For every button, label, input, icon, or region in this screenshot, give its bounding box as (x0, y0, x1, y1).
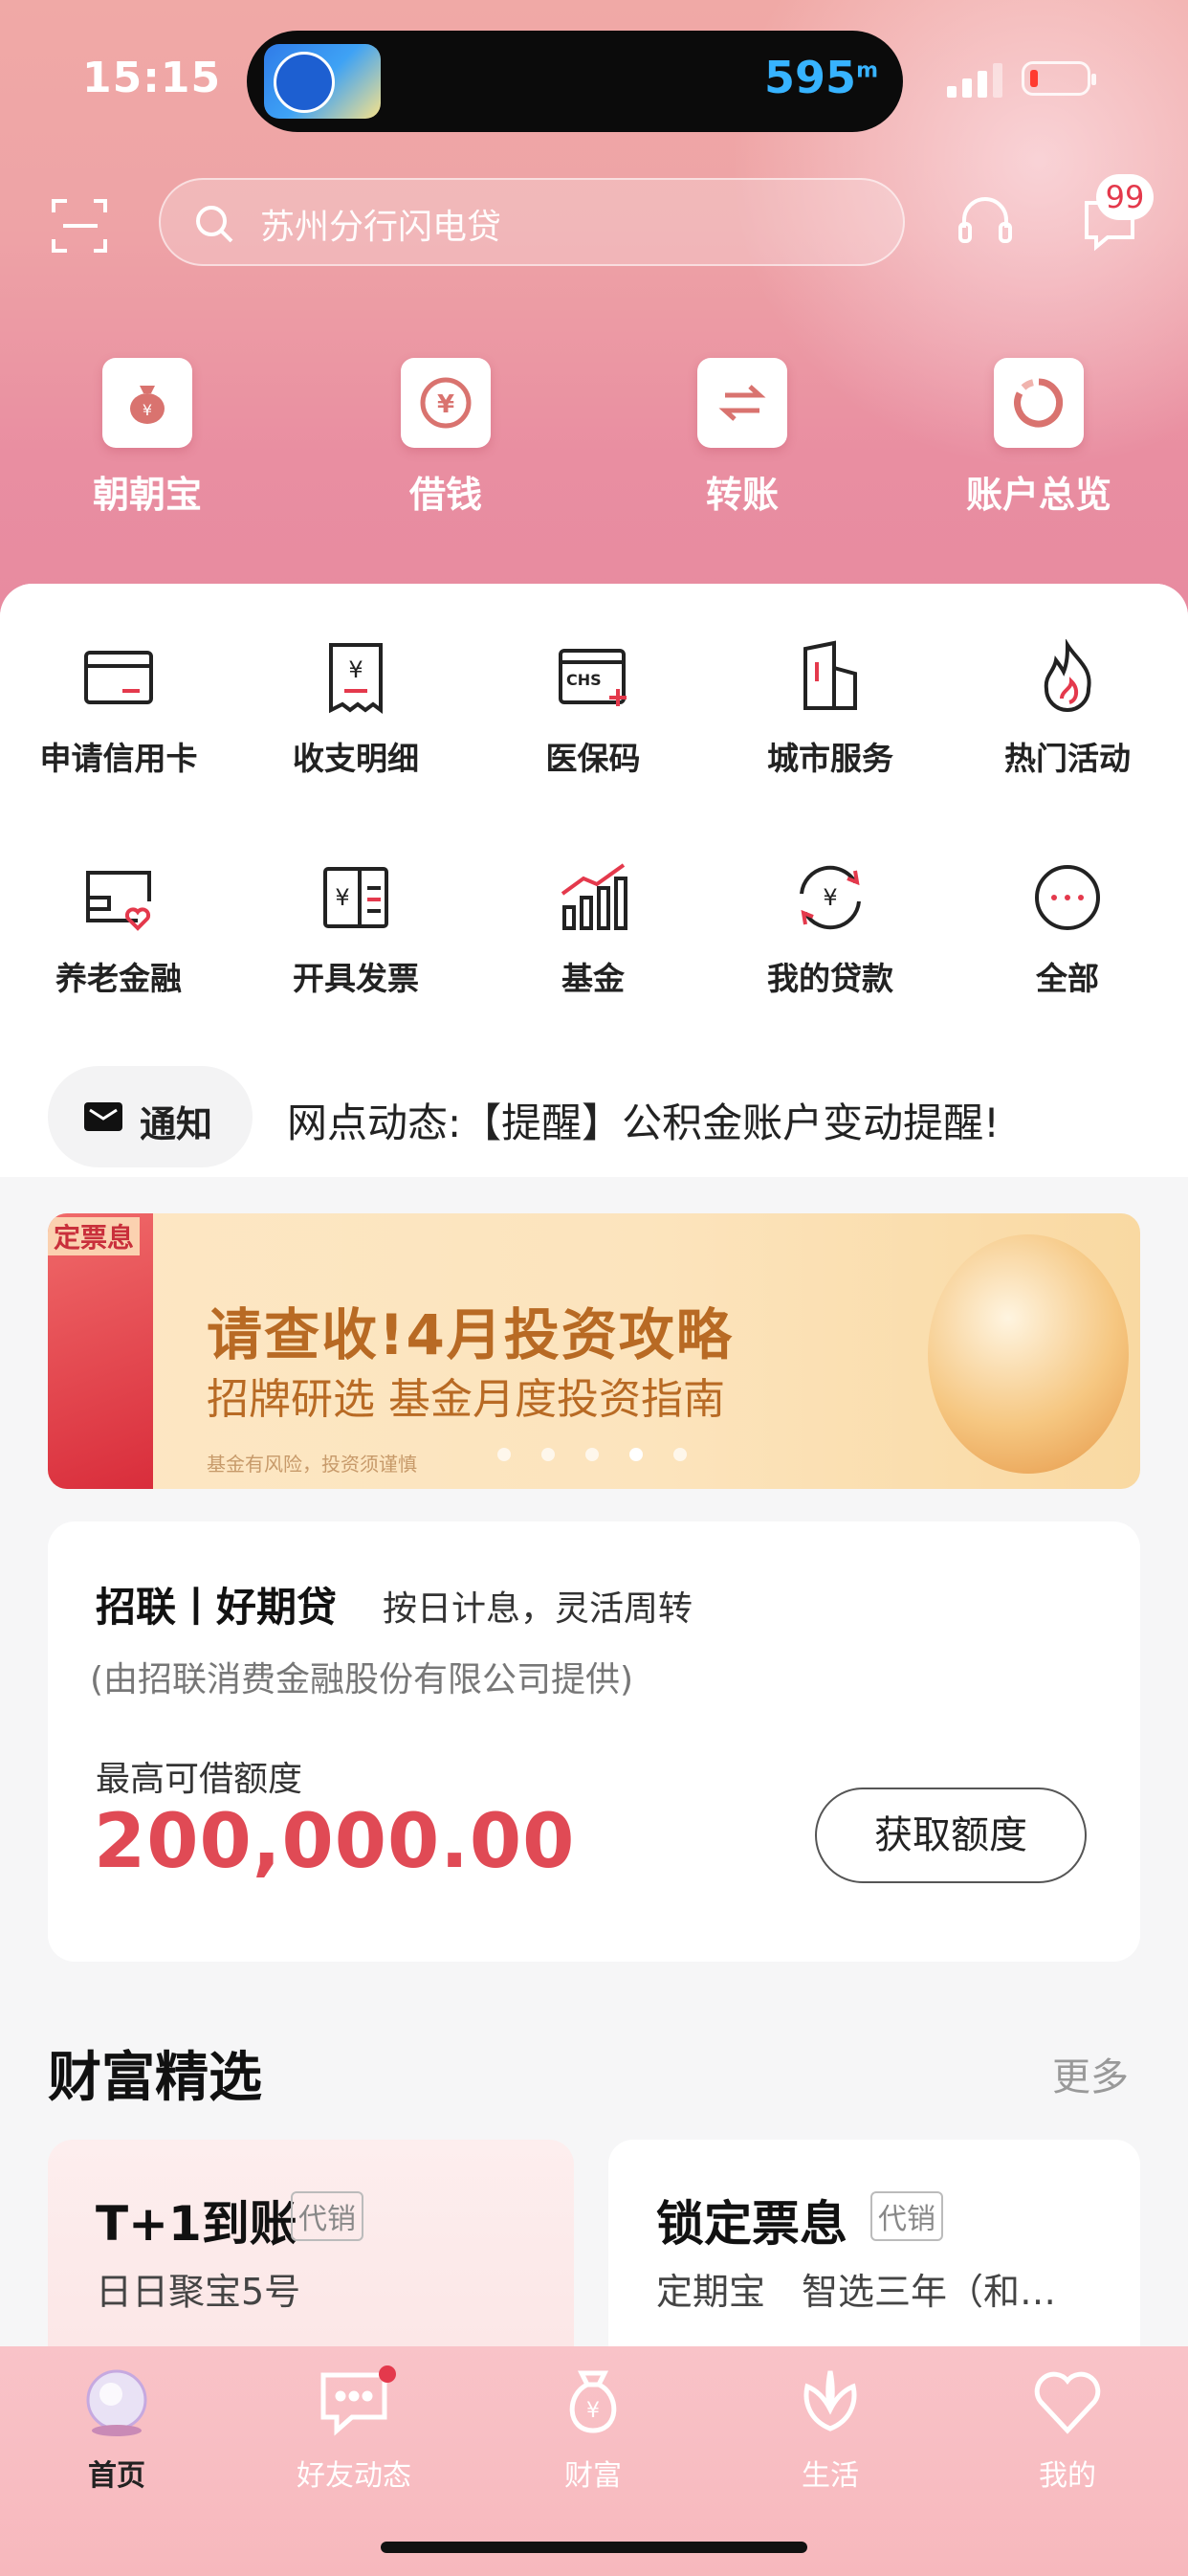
heart-icon (1034, 2371, 1101, 2434)
svg-text:¥: ¥ (335, 884, 349, 911)
pension-card-icon (86, 871, 151, 931)
credit-card-icon (84, 651, 153, 704)
transfer-arrows-icon (697, 358, 787, 448)
customer-service-icon[interactable] (955, 191, 1016, 253)
banner-pagination (497, 1447, 717, 1465)
yuan-coin-icon: ¥ (401, 358, 491, 448)
service-transaction-details[interactable]: ¥ 收支明细 (237, 639, 474, 779)
loan-slogan: 按日计息，灵活周转 (383, 1589, 693, 1629)
wealth-section-title: 财富精选 (48, 2047, 262, 2109)
product-name: T+1到账 (96, 2196, 297, 2252)
quick-action-label: 转账 (705, 474, 779, 516)
service-issue-invoice[interactable]: ¥ 开具发票 (237, 859, 474, 999)
service-apply-credit-card[interactable]: 申请信用卡 (0, 639, 237, 779)
notice-pill[interactable]: 通知 (48, 1066, 253, 1167)
live-activity-avatar-icon (264, 44, 381, 119)
home-indicator (381, 2542, 807, 2553)
ring-chart-icon (994, 358, 1084, 448)
quick-action-label: 朝朝宝 (92, 474, 202, 516)
banner-side-tag: 定票息 (48, 1217, 141, 1255)
tab-wealth[interactable]: ¥ 财富 (497, 2362, 689, 2494)
svg-text:¥: ¥ (437, 390, 454, 419)
message-badge: 99 (1096, 174, 1154, 220)
banner-subline: 招牌研选 基金月度投资指南 (207, 1375, 725, 1424)
svg-text:¥: ¥ (143, 401, 152, 419)
more-dots-icon (1035, 865, 1100, 930)
search-placeholder: 苏州分行闪电贷 (260, 208, 502, 247)
receipt-icon: ¥ (329, 643, 383, 714)
home-globe-icon (86, 2369, 147, 2436)
tab-mine[interactable]: 我的 (972, 2362, 1163, 2494)
search-input[interactable]: 苏州分行闪电贷 (159, 178, 905, 266)
svg-text:¥: ¥ (586, 2399, 600, 2423)
get-limit-button[interactable]: 获取额度 (815, 1788, 1087, 1883)
cellular-signal-icon (947, 63, 1004, 98)
banner-illustration (928, 1234, 1129, 1474)
service-my-loans[interactable]: ¥ 我的贷款 (712, 859, 949, 999)
status-bar: 15:15 595m (0, 0, 1188, 163)
service-hot-activities[interactable]: 热门活动 (949, 638, 1186, 779)
search-icon (196, 206, 233, 243)
money-bag-icon: ¥ (102, 358, 192, 448)
loan-limit-amount: 200,000.00 (94, 1799, 576, 1885)
wealth-more-link[interactable]: 更多 (1052, 2046, 1129, 2101)
loan-cycle-icon: ¥ (800, 865, 861, 930)
status-time: 15:15 (82, 54, 222, 102)
service-city-services[interactable]: 城市服务 (712, 639, 949, 779)
service-all[interactable]: 全部 (949, 859, 1186, 999)
envelope-icon (84, 1102, 122, 1131)
invoice-icon: ¥ (323, 867, 388, 928)
svg-text:CHS: CHS (566, 671, 602, 689)
notice-label: 通知 (140, 1103, 213, 1145)
scan-icon[interactable] (50, 195, 111, 256)
loan-brand: 招联丨好期贷 (96, 1584, 338, 1631)
product-tag: 代销 (291, 2191, 363, 2241)
product-subtitle: 定期宝 智选三年（和… (656, 2271, 1057, 2313)
medical-insurance-icon: CHS (559, 649, 627, 706)
lotus-icon (803, 2370, 857, 2432)
notice-marquee-text[interactable]: 网点动态:【提醒】公积金账户变动提醒! (287, 1091, 1000, 1149)
loan-provider: (由招联消费金融股份有限公司提供) (90, 1660, 634, 1699)
service-pension-finance[interactable]: 养老金融 (0, 859, 237, 999)
city-building-icon (803, 640, 857, 710)
service-fund[interactable]: 基金 (474, 859, 712, 999)
quick-action-account-overview[interactable]: 账户总览 (934, 358, 1144, 518)
svg-text:¥: ¥ (348, 656, 363, 683)
money-bag-icon: ¥ (569, 2370, 617, 2433)
friends-feed-unread-dot (379, 2365, 396, 2383)
tab-home[interactable]: 首页 (21, 2362, 212, 2494)
service-medical-insurance-code[interactable]: CHS 医保码 (474, 639, 712, 779)
flame-icon (1044, 638, 1091, 712)
loan-limit-label: 最高可借额度 (96, 1760, 303, 1799)
quick-action-transfer[interactable]: 转账 (637, 358, 847, 518)
product-tag: 代销 (870, 2191, 943, 2241)
bar-chart-icon (561, 863, 627, 930)
quick-action-label: 账户总览 (965, 474, 1111, 516)
quick-action-zhaozhaobao[interactable]: ¥ 朝朝宝 (42, 358, 253, 518)
dynamic-island[interactable]: 595m (247, 31, 903, 132)
product-name: 锁定票息 (656, 2196, 847, 2252)
promo-banner[interactable]: 定票息 请查收!4月投资攻略 招牌研选 基金月度投资指南 基金有风险，投资须谨慎 (48, 1213, 1140, 1489)
banner-headline: 请查收!4月投资攻略 (207, 1302, 734, 1367)
battery-icon (1022, 61, 1096, 96)
loan-card[interactable]: 招联丨好期贷 按日计息，灵活周转 (由招联消费金融股份有限公司提供) 最高可借额… (48, 1521, 1140, 1962)
tab-friends-feed[interactable]: 好友动态 (258, 2362, 450, 2494)
banner-disclaimer: 基金有风险，投资须谨慎 (207, 1453, 417, 1476)
quick-action-borrow[interactable]: ¥ 借钱 (341, 358, 551, 518)
quick-action-label: 借钱 (408, 474, 482, 516)
product-subtitle: 日日聚宝5号 (96, 2271, 301, 2313)
live-activity-distance: 595m (764, 52, 878, 103)
tab-life[interactable]: 生活 (735, 2362, 926, 2494)
svg-text:¥: ¥ (823, 884, 837, 911)
